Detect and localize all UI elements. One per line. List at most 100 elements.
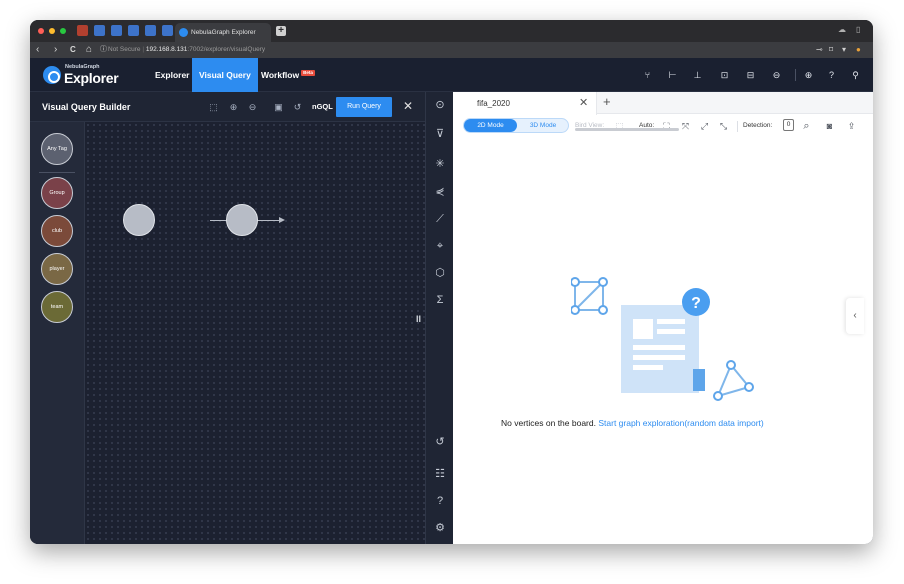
url-field[interactable]: Not Secure | 192.168.8.131:7002/explorer…	[108, 45, 265, 55]
help-circle-icon[interactable]: ?	[432, 494, 448, 508]
canvas-tabbar: fifa_2020 ✕ +	[453, 92, 873, 115]
active-browser-tab[interactable]: NebulaGraph Explorer	[175, 23, 271, 42]
tag-player[interactable]: player	[41, 253, 73, 285]
filter-icon[interactable]: ⊽	[432, 127, 448, 141]
pinned-tab-icon[interactable]	[94, 25, 105, 36]
back-button[interactable]: ‹	[36, 44, 39, 56]
shrink-icon[interactable]: ⤧	[680, 121, 691, 132]
ngql-button[interactable]: nGQL	[312, 102, 333, 111]
key-icon[interactable]: ⊸	[816, 44, 823, 56]
zoom-in-icon[interactable]: ⊕	[228, 102, 239, 113]
close-builder-button[interactable]: ✕	[403, 100, 413, 112]
save-icon[interactable]: ▣	[273, 102, 284, 113]
schema-icon[interactable]: ⑂	[642, 70, 653, 81]
beta-badge: Beta	[301, 70, 315, 76]
canvas-tab[interactable]: fifa_2020 ✕	[453, 92, 597, 115]
language-icon[interactable]: ⊕	[803, 70, 814, 81]
nav-visual-query[interactable]: Visual Query	[192, 58, 258, 92]
console-icon[interactable]: ⊟	[745, 70, 756, 81]
toolbar-divider	[737, 121, 738, 132]
panel-resize-handle[interactable]: II	[416, 314, 421, 324]
tag-club[interactable]: club	[41, 215, 73, 247]
settings-icon[interactable]: ⚙	[432, 521, 448, 535]
question-badge-icon: ?	[682, 288, 710, 316]
help-icon[interactable]: ?	[826, 70, 837, 81]
zoom-out-icon[interactable]: ⊖	[247, 102, 258, 113]
mode-switch: 2D Mode 3D Mode	[463, 118, 569, 133]
toolbar-scrollbar[interactable]	[575, 128, 679, 131]
stats-icon[interactable]: ⊥	[692, 70, 703, 81]
address-bar: ‹ › C ⌂ ⓘ Not Secure | 192.168.8.131:700…	[30, 42, 873, 58]
close-canvas-tab-button[interactable]: ✕	[579, 97, 588, 109]
nebula-favicon-icon	[179, 28, 188, 37]
backup-icon[interactable]: ⊖	[771, 70, 782, 81]
tag-any-tag[interactable]: Any Tag	[41, 133, 73, 165]
menu-icon[interactable]: ▾	[842, 44, 846, 56]
query-node-target[interactable]	[226, 204, 258, 236]
forward-button[interactable]: ›	[54, 44, 57, 56]
expand-icon[interactable]: ✳	[432, 157, 448, 171]
aggregate-icon[interactable]: Σ	[432, 293, 448, 307]
query-canvas[interactable]	[85, 122, 425, 544]
bookmark-icon[interactable]: ⌑	[829, 44, 833, 56]
security-label: Not Secure	[108, 46, 141, 53]
select-icon[interactable]: ⬚	[208, 102, 219, 113]
3d-mode-button[interactable]: 3D Mode	[517, 119, 569, 132]
builder-title: Visual Query Builder	[42, 102, 131, 112]
document-icon	[621, 305, 705, 393]
property-icon[interactable]: ⌖	[432, 239, 448, 253]
empty-board-illustration: ?	[571, 277, 754, 401]
profile-avatar[interactable]: ●	[856, 44, 861, 56]
url-host: 192.168.8.131	[145, 46, 188, 53]
nebula-logo-icon	[43, 66, 61, 84]
search-vertex-icon[interactable]: ⊙	[432, 98, 448, 112]
nav-explorer[interactable]: Explorer	[148, 58, 197, 92]
fullscreen-icon[interactable]: ⤡	[718, 121, 729, 132]
run-query-button[interactable]: Run Query	[336, 97, 392, 117]
search-icon[interactable]: ⌕	[801, 121, 812, 132]
graph-square-icon	[571, 277, 608, 315]
pinned-tab-icon[interactable]	[128, 25, 139, 36]
layout-settings-icon[interactable]: ☷	[432, 467, 448, 481]
pinned-tab-icon[interactable]	[162, 25, 173, 36]
close-window-dot[interactable]	[38, 28, 44, 34]
home-button[interactable]: ⌂	[86, 44, 92, 56]
pinned-tab-icon[interactable]	[145, 25, 156, 36]
collapse-sidebar-button[interactable]: ‹	[846, 298, 864, 334]
logo-product: Explorer	[64, 70, 119, 86]
detection-count[interactable]: 0	[783, 119, 794, 131]
query-node-source[interactable]	[123, 204, 155, 236]
tag-team[interactable]: team	[41, 291, 73, 323]
pinned-tab-icon[interactable]	[111, 25, 122, 36]
new-tab-button[interactable]: +	[276, 26, 286, 36]
start-exploration-link[interactable]: Start graph exploration(random data impo…	[598, 418, 763, 428]
export-icon[interactable]: ⇪	[846, 121, 857, 132]
browser-tabstrip: NebulaGraph Explorer + ☁ ▯	[30, 20, 873, 42]
2d-mode-button[interactable]: 2D Mode	[464, 119, 517, 132]
browser-tab-title: NebulaGraph Explorer	[191, 29, 256, 36]
security-info-icon[interactable]: ⓘ	[100, 44, 107, 56]
tag-group[interactable]: Group	[41, 177, 73, 209]
expand-view-icon[interactable]: ⤢	[699, 121, 710, 132]
view-toolbar: 2D Mode 3D Mode Bird View: ⬚ Auto: ⛶ ⤧ ⤢…	[453, 115, 873, 137]
pinned-tab-icon[interactable]	[77, 25, 88, 36]
connection-icon[interactable]: ⚲	[850, 70, 861, 81]
import-icon[interactable]: ⊡	[719, 70, 730, 81]
history-icon[interactable]: ↺	[292, 102, 303, 113]
find-path-icon[interactable]: ⟋	[432, 212, 448, 226]
reload-button[interactable]: C	[70, 44, 76, 56]
add-canvas-tab-button[interactable]: +	[603, 95, 611, 109]
common-neighbor-icon[interactable]: ⋞	[432, 185, 448, 199]
app-header: NebulaGraph Explorer Explorer Visual Que…	[30, 58, 873, 92]
minimize-window-dot[interactable]	[49, 28, 55, 34]
algorithm-icon[interactable]: ⬡	[432, 266, 448, 280]
empty-board-message: No vertices on the board. Start graph ex…	[501, 418, 831, 428]
snapshot-history-icon[interactable]: ↺	[432, 435, 448, 449]
battery-icon: ▯	[856, 25, 861, 34]
tree-icon[interactable]: ⊢	[667, 70, 678, 81]
graph-explorer-panel: fifa_2020 ✕ + 2D Mode 3D Mode Bird View:…	[453, 92, 873, 544]
camera-icon[interactable]: ◙	[824, 121, 835, 132]
maximize-window-dot[interactable]	[60, 28, 66, 34]
tag-palette: Any Tag Group club player team	[30, 122, 85, 544]
nav-workflow[interactable]: Workflow Beta	[254, 58, 322, 92]
